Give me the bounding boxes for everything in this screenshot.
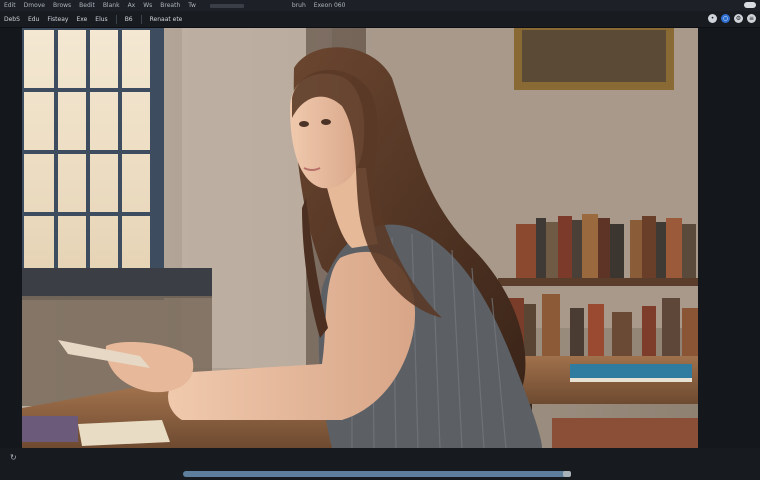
toolbar-item-exe[interactable]: Exe xyxy=(76,16,87,23)
menu-item-ws[interactable]: Ws xyxy=(143,0,152,11)
horizontal-scroll-thumb[interactable] xyxy=(183,471,568,477)
toolbar-separator xyxy=(140,14,142,24)
horizontal-scrollbar[interactable] xyxy=(183,471,571,477)
toolbar-separator xyxy=(115,14,117,24)
menu-item-ax[interactable]: Ax xyxy=(128,0,136,11)
toolbar-item-renaat[interactable]: Renaat ete xyxy=(150,16,183,23)
circle-icon[interactable]: ○ xyxy=(721,14,730,23)
floor xyxy=(552,418,698,448)
desk-notebook xyxy=(22,416,78,442)
window-sill xyxy=(22,268,212,298)
menu-item-blank[interactable]: Blank xyxy=(103,0,120,11)
teal-book-pages xyxy=(570,378,692,382)
menu-item-brows[interactable]: Brows xyxy=(53,0,71,11)
menu-tail-extra: Exeon 060 xyxy=(313,2,346,9)
menu-bar: Edit Dmove Brows Bedit Blank Ax Ws Breat… xyxy=(0,0,760,11)
menu-item-dmove[interactable]: Dmove xyxy=(24,0,45,11)
toolbar-item-b6[interactable]: B6 xyxy=(125,16,133,23)
toolbar-right-group: • ○ ⚙ ≡ xyxy=(708,14,756,23)
teal-book xyxy=(570,364,692,380)
toolbar-item-debs[interactable]: DebS xyxy=(4,16,20,23)
menu-item-bedit[interactable]: Bedit xyxy=(79,0,95,11)
menu-item-edit[interactable]: Edit xyxy=(4,0,16,11)
scene-image xyxy=(22,28,698,448)
status-bar: ↻ xyxy=(0,448,760,480)
eye-left xyxy=(299,121,309,127)
toolbar-item-edu[interactable]: Edu xyxy=(28,16,39,23)
shelf-top xyxy=(498,278,698,286)
window-control-pill[interactable] xyxy=(744,2,756,8)
menu-item-breath[interactable]: Breath xyxy=(160,0,180,11)
gear-icon[interactable]: ⚙ xyxy=(734,14,743,23)
desk-paper xyxy=(78,420,170,446)
scroll-end-handle[interactable] xyxy=(563,471,571,477)
sync-icon[interactable]: ↻ xyxy=(10,454,18,462)
books-upper xyxy=(516,214,696,278)
dot-icon[interactable]: • xyxy=(708,14,717,23)
menu-progress-bar xyxy=(209,3,244,8)
menu-icon[interactable]: ≡ xyxy=(747,14,756,23)
painting-canvas xyxy=(522,30,666,82)
toolbar-item-fisteay[interactable]: Fisteay xyxy=(47,16,68,23)
menu-tail-label: bruh xyxy=(291,2,306,9)
eye-right xyxy=(321,119,331,125)
image-viewport[interactable] xyxy=(22,28,698,448)
toolbar: DebS Edu Fisteay Exe Elus B6 Renaat ete … xyxy=(0,11,760,28)
toolbar-item-elus[interactable]: Elus xyxy=(95,16,107,23)
menu-item-tw[interactable]: Tw xyxy=(188,0,196,11)
